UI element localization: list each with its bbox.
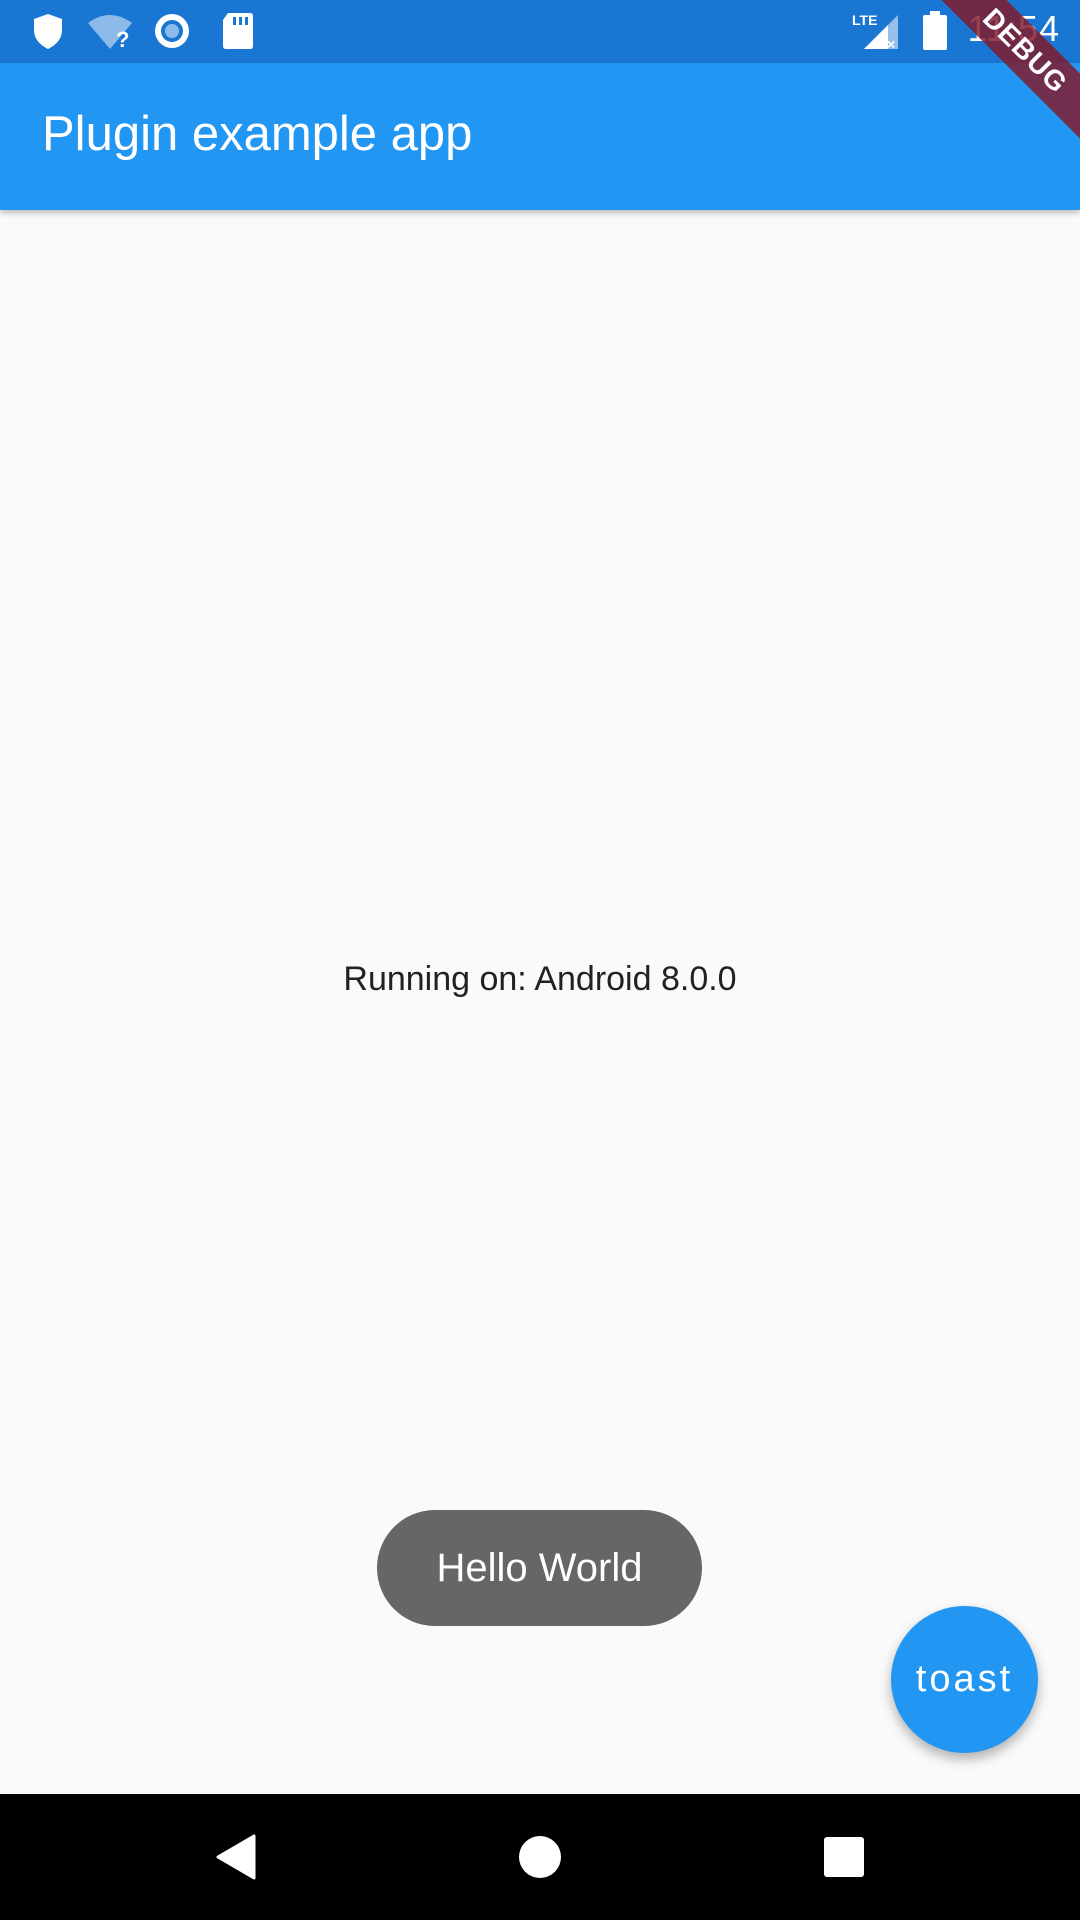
status-bar: ? LTE × 11:54 bbox=[0, 0, 1080, 63]
battery-icon bbox=[923, 11, 947, 50]
navigation-bar bbox=[0, 1794, 1080, 1920]
svg-text:?: ? bbox=[116, 27, 129, 51]
lte-signal-icon: LTE × bbox=[852, 12, 898, 51]
wifi-unknown-icon: ? bbox=[88, 15, 132, 51]
home-icon[interactable] bbox=[515, 1832, 565, 1882]
platform-version-text: Running on: Android 8.0.0 bbox=[343, 960, 737, 998]
svg-text:LTE: LTE bbox=[852, 12, 877, 28]
app-title: Plugin example app bbox=[42, 107, 473, 161]
toast-message: Hello World bbox=[377, 1510, 702, 1626]
recents-icon[interactable] bbox=[819, 1832, 869, 1882]
back-icon[interactable] bbox=[212, 1832, 262, 1882]
app-bar: Plugin example app bbox=[0, 63, 1080, 210]
shield-icon bbox=[34, 14, 62, 49]
record-icon bbox=[155, 14, 189, 48]
sd-card-icon bbox=[223, 13, 253, 49]
toast-fab-button[interactable]: toast bbox=[891, 1606, 1038, 1753]
svg-text:×: × bbox=[887, 36, 895, 51]
